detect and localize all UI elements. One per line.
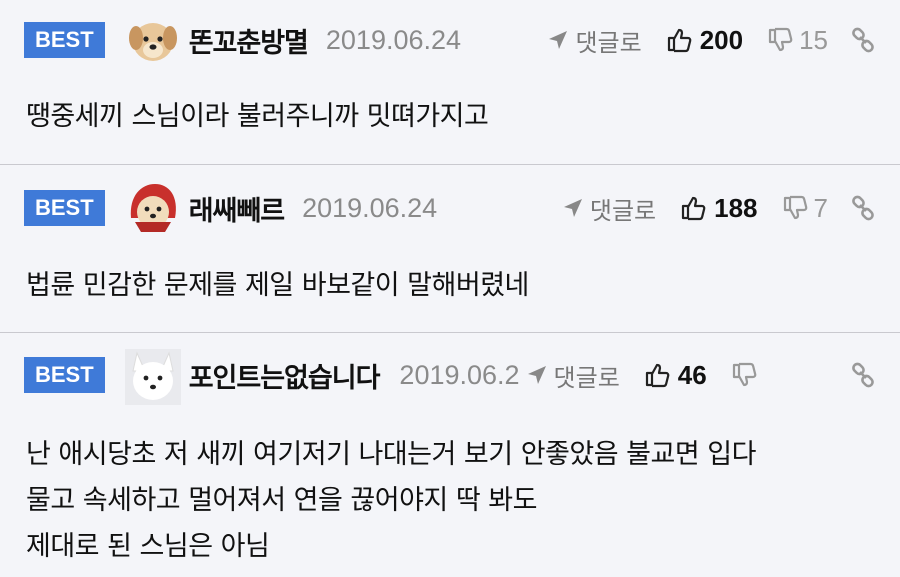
like-count: 46 (677, 359, 707, 390)
comment-list: BEST 똔꼬춘방멸 2019.06.24 댓글로 200 15 땡중세끼 스님… (0, 0, 900, 577)
thumbs-down-icon (732, 362, 757, 387)
comment-line: 난 애시당초 저 새끼 여기저기 나대는거 보기 안좋았음 불교면 입다 (26, 439, 756, 470)
comment-date: 2019.06.24 (302, 192, 438, 223)
comment-body: 땡중세끼 스님이라 불러주니까 밋뗘가지고 (26, 94, 880, 140)
thumbs-down-icon (768, 27, 793, 52)
dislike-count: 7 (813, 192, 828, 223)
thumbs-up-icon (645, 363, 670, 388)
like-button[interactable]: 200 (666, 25, 743, 56)
reply-label: 댓글로 (589, 196, 657, 225)
nickname[interactable]: 래쌔빼르 (189, 189, 285, 228)
best-badge: BEST (24, 357, 105, 393)
like-count: 200 (699, 24, 744, 55)
like-count: 188 (714, 192, 758, 223)
reply-label: 댓글로 (575, 28, 642, 57)
dislike-count: 15 (799, 24, 828, 55)
reply-arrow-icon (563, 199, 582, 217)
comment-divider (0, 332, 900, 333)
dislike-button[interactable]: 15 (767, 25, 828, 56)
comment-divider (0, 164, 900, 165)
reply-arrow-icon (527, 366, 546, 384)
link-icon[interactable] (850, 362, 876, 388)
comment-header: BEST 똔꼬춘방멸 2019.06.24 댓글로 200 15 (24, 14, 876, 66)
puppy-avatar-icon[interactable] (125, 14, 181, 66)
reply-button[interactable]: 댓글로 (562, 191, 656, 226)
comment-line: 땡중세끼 스님이라 불러주니까 밋뗘가지고 (26, 101, 489, 132)
reply-label: 댓글로 (553, 363, 620, 392)
nickname[interactable]: 똔꼬춘방멸 (189, 21, 309, 60)
thumbs-up-icon (667, 28, 692, 53)
comment-header: BEST 포인트는없습니다 2019.06.2 댓글로 46 (24, 349, 876, 405)
dislike-button[interactable]: 7 (782, 193, 828, 224)
comment-body: 법륜 민감한 문제를 제일 바보같이 말해버렸네 (26, 263, 880, 309)
comment-line: 법륜 민감한 문제를 제일 바보같이 말해버렸네 (26, 270, 529, 301)
thumbs-up-icon (682, 196, 706, 221)
puppy-red-hood-avatar-icon[interactable] (125, 182, 181, 234)
white-fox-avatar-icon[interactable] (124, 349, 181, 405)
like-button[interactable]: 188 (680, 192, 758, 224)
comment-body: 난 애시당초 저 새끼 여기저기 나대는거 보기 안좋았음 불교면 입다 물고 … (26, 432, 880, 570)
reply-button[interactable]: 댓글로 (547, 23, 642, 58)
reply-arrow-icon (549, 31, 568, 49)
comment-header: BEST 래쌔빼르 2019.06.24 댓글로 188 7 (24, 182, 876, 234)
thumbs-down-icon (783, 195, 807, 220)
link-icon[interactable] (850, 27, 876, 53)
reply-button[interactable]: 댓글로 (526, 358, 620, 393)
link-icon[interactable] (850, 195, 876, 221)
nickname[interactable]: 포인트는없습니다 (189, 356, 381, 395)
comment-line: 물고 속세하고 멀어져서 연을 끊어야지 딱 봐도 (26, 485, 537, 516)
best-badge: BEST (24, 190, 105, 226)
comment-date: 2019.06.2 (399, 359, 520, 390)
like-button[interactable]: 46 (644, 360, 707, 391)
comment-date: 2019.06.24 (325, 24, 462, 55)
dislike-button[interactable] (731, 362, 763, 388)
comment-line: 제대로 된 스님은 아님 (26, 531, 270, 562)
best-badge: BEST (24, 22, 105, 58)
